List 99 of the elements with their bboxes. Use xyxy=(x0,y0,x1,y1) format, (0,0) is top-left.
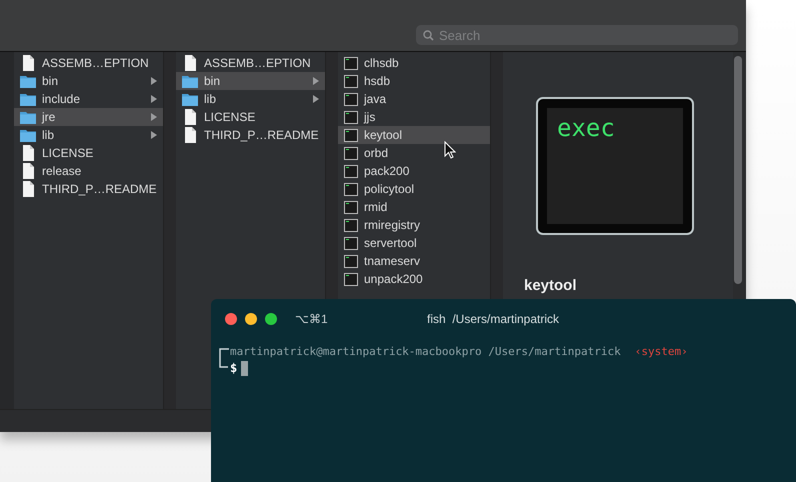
file-row[interactable]: policytool xyxy=(338,180,490,198)
scrollbar[interactable] xyxy=(734,56,742,284)
file-row[interactable]: LICENSE xyxy=(176,108,325,126)
window-title: fish /Users/martinpatrick xyxy=(427,312,560,326)
prompt-symbol: $ xyxy=(230,360,238,377)
file-row[interactable]: rmiregistry xyxy=(338,216,490,234)
file-row[interactable]: THIRD_P…README xyxy=(14,180,163,198)
file-name: rmid xyxy=(364,200,388,214)
pointer-icon xyxy=(444,141,456,159)
disclosure-arrow-icon xyxy=(312,95,319,103)
file-name: unpack200 xyxy=(364,272,423,286)
folder-icon xyxy=(20,128,36,142)
file-name: THIRD_P…README xyxy=(42,182,157,196)
file-row[interactable]: pack200 xyxy=(338,162,490,180)
file-name: jre xyxy=(42,110,56,124)
search-icon xyxy=(423,30,434,41)
folder-icon xyxy=(20,74,36,88)
disclosure-arrow-icon xyxy=(151,95,157,103)
file-row[interactable]: tnameserv xyxy=(338,252,490,270)
shortcut-label: ⌥⌘1 xyxy=(295,312,328,326)
file-title: keytool xyxy=(524,277,577,294)
file-name: ASSEMB…EPTION xyxy=(42,56,149,70)
file-name: LICENSE xyxy=(42,146,94,160)
file-row[interactable]: bin xyxy=(176,72,325,90)
file-name: THIRD_P…README xyxy=(204,128,319,142)
file-row[interactable]: release xyxy=(14,162,163,180)
file-row[interactable]: hsdb xyxy=(338,72,490,90)
prompt-path: martinpatrick@martinpatrick-macbookpro /Users/martinpatrick xyxy=(230,345,621,358)
file-row[interactable]: keytool xyxy=(338,126,490,144)
terminal-icon xyxy=(344,218,358,232)
file-row[interactable]: ASSEMB…EPTION xyxy=(176,54,325,72)
file-row[interactable]: lib xyxy=(14,126,163,144)
disclosure-arrow-icon xyxy=(150,77,157,85)
file-name: bin xyxy=(204,74,220,88)
terminal-icon xyxy=(344,200,358,214)
file-name: pack200 xyxy=(364,164,410,178)
file-row[interactable]: rmid xyxy=(338,198,490,216)
file-name: orbd xyxy=(364,146,388,160)
file-name: keytool xyxy=(364,128,402,142)
file-row[interactable]: ASSEMB…EPTION xyxy=(14,54,163,72)
folder-icon xyxy=(20,92,36,106)
file-name: lib xyxy=(42,128,54,142)
terminal-icon xyxy=(344,92,358,106)
file-row[interactable]: include xyxy=(14,90,163,108)
file-row[interactable]: jjs xyxy=(338,108,490,126)
file-name: clhsdb xyxy=(364,56,399,70)
file-row[interactable]: orbd xyxy=(338,144,490,162)
terminal-icon xyxy=(344,272,358,286)
folder-icon xyxy=(182,92,198,106)
file-name: java xyxy=(364,92,386,106)
terminal-icon xyxy=(344,254,358,268)
disclosure-arrow-icon xyxy=(150,131,157,139)
document-icon xyxy=(20,145,36,161)
file-name: servertool xyxy=(364,236,417,250)
file-name: include xyxy=(42,92,80,106)
document-icon xyxy=(182,127,198,143)
terminal-icon xyxy=(344,146,358,160)
file-name: hsdb xyxy=(364,74,390,88)
terminal-icon xyxy=(344,56,358,70)
document-icon xyxy=(20,55,36,71)
file-row[interactable]: unpack200 xyxy=(338,270,490,288)
file-row[interactable]: clhsdb xyxy=(338,54,490,72)
text-cursor xyxy=(241,361,248,376)
file-name: tnameserv xyxy=(364,254,420,268)
folder-icon xyxy=(20,110,36,124)
icon-label: exec xyxy=(557,114,615,142)
terminal-icon xyxy=(344,164,358,178)
file-name: ASSEMB…EPTION xyxy=(204,56,311,70)
file-row[interactable]: java xyxy=(338,90,490,108)
close-button[interactable] xyxy=(225,313,237,325)
file-name: policytool xyxy=(364,182,414,196)
file-name: jjs xyxy=(364,110,376,124)
prompt-bracket-icon xyxy=(218,347,230,369)
file-name: release xyxy=(42,164,82,178)
prompt-mode: ‹system› xyxy=(634,345,688,358)
file-row[interactable]: lib xyxy=(176,90,325,108)
document-icon xyxy=(182,109,198,125)
document-icon xyxy=(182,55,198,71)
file-row[interactable]: jre xyxy=(14,108,163,126)
terminal-icon xyxy=(344,74,358,88)
disclosure-arrow-icon xyxy=(151,113,157,121)
terminal-icon xyxy=(344,236,358,250)
file-name: bin xyxy=(42,74,58,88)
file-row[interactable]: THIRD_P…README xyxy=(176,126,325,144)
minimize-button[interactable] xyxy=(245,313,257,325)
file-name: lib xyxy=(204,92,216,106)
file-name: rmiregistry xyxy=(364,218,420,232)
file-row[interactable]: servertool xyxy=(338,234,490,252)
zoom-button[interactable] xyxy=(265,313,277,325)
terminal-icon xyxy=(344,110,358,124)
document-icon xyxy=(20,163,36,179)
file-row[interactable]: LICENSE xyxy=(14,144,163,162)
terminal-icon xyxy=(344,182,358,196)
file-row[interactable]: bin xyxy=(14,72,163,90)
document-icon xyxy=(20,181,36,197)
disclosure-arrow-icon xyxy=(312,77,319,85)
folder-icon xyxy=(182,74,198,88)
file-name: LICENSE xyxy=(204,110,256,124)
terminal-icon xyxy=(344,128,358,142)
